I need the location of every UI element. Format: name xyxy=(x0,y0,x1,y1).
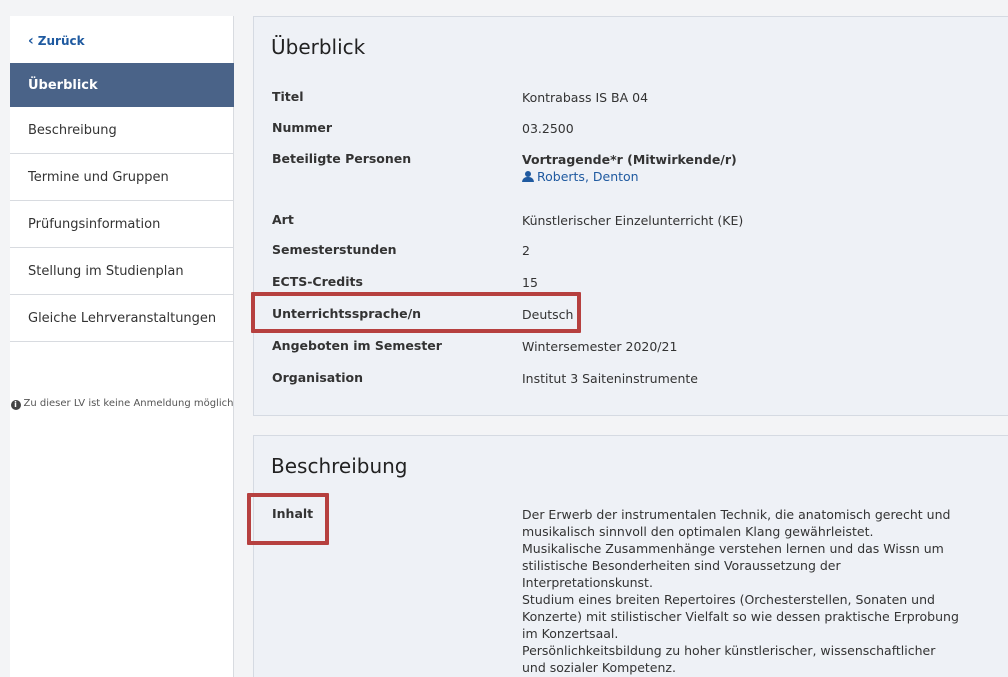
value-art: Künstlerischer Einzelunterricht (KE) xyxy=(522,213,744,228)
value-semester: Wintersemester 2020/21 xyxy=(522,339,678,354)
highlight-box-inhalt xyxy=(247,493,329,545)
sidebar-item-termine[interactable]: Termine und Gruppen xyxy=(10,154,234,201)
label-art: Art xyxy=(272,212,294,227)
back-link[interactable]: ‹ Zurück xyxy=(28,34,85,48)
sidebar-nav: Überblick Beschreibung Termine und Grupp… xyxy=(10,63,234,342)
label-organisation: Organisation xyxy=(272,370,363,385)
sidebar-item-gleiche-lv[interactable]: Gleiche Lehrveranstaltungen xyxy=(10,295,234,342)
inhalt-line: und sozialer Kompetenz. xyxy=(522,660,676,675)
sidebar-item-studienplan[interactable]: Stellung im Studienplan xyxy=(10,248,234,295)
sidebar-item-pruefungsinformation[interactable]: Prüfungsinformation xyxy=(10,201,234,248)
user-icon xyxy=(522,171,534,182)
registration-notice: i Zu dieser LV ist keine Anmeldung möglic… xyxy=(10,398,234,410)
label-semester: Angeboten im Semester xyxy=(272,338,442,353)
top-bar xyxy=(0,0,1008,16)
inhalt-line: Der Erwerb der instrumentalen Technik, d… xyxy=(522,507,951,522)
inhalt-line: Interpretationskunst. xyxy=(522,575,653,590)
inhalt-line: im Konzertsaal. xyxy=(522,626,619,641)
back-label: Zurück xyxy=(37,34,85,48)
sidebar: ‹ Zurück Überblick Beschreibung Termine … xyxy=(10,16,234,677)
description-panel: Beschreibung Inhalt Der Erwerb der instr… xyxy=(247,435,1008,677)
overview-panel: Überblick Titel Kontrabass IS BA 04 Numm… xyxy=(251,16,1008,416)
organisation-link[interactable]: Institut 3 Saiteninstrumente xyxy=(522,370,698,387)
value-semesterstunden: 2 xyxy=(522,243,530,258)
chevron-left-icon: ‹ xyxy=(28,33,34,49)
sidebar-item-beschreibung[interactable]: Beschreibung xyxy=(10,107,234,154)
label-titel: Titel xyxy=(272,89,304,104)
inhalt-line: musikalisch sinnvoll den optimalen Klang… xyxy=(522,524,874,539)
overview-title: Überblick xyxy=(271,35,366,59)
inhalt-text: Der Erwerb der instrumentalen Technik, d… xyxy=(522,506,959,676)
label-semesterstunden: Semesterstunden xyxy=(272,242,397,257)
person-link[interactable]: Roberts, Denton xyxy=(537,169,639,184)
inhalt-line: Studium eines breiten Repertoires (Orche… xyxy=(522,592,935,607)
role-label: Vortragende*r (Mitwirkende/r) xyxy=(522,152,737,167)
label-ects: ECTS-Credits xyxy=(272,274,363,289)
info-icon: i xyxy=(10,400,21,410)
inhalt-line: stilistische Besonderheiten sind Vorauss… xyxy=(522,558,841,573)
inhalt-line: Musikalische Zusammenhänge verstehen ler… xyxy=(522,541,944,556)
inhalt-line: Konzerte) mit stilistischer Vielfalt so … xyxy=(522,609,959,624)
label-personen: Beteiligte Personen xyxy=(272,151,412,166)
notice-text: Zu dieser LV ist keine Anmeldung möglich xyxy=(23,398,234,409)
value-titel: Kontrabass IS BA 04 xyxy=(522,90,649,105)
value-ects: 15 xyxy=(522,275,538,290)
value-nummer: 03.2500 xyxy=(522,121,574,136)
highlight-box-sprache xyxy=(251,292,581,333)
label-nummer: Nummer xyxy=(272,120,333,135)
inhalt-line: Persönlichkeitsbildung zu hoher künstler… xyxy=(522,643,936,658)
sidebar-item-ueberblick[interactable]: Überblick xyxy=(10,63,234,107)
description-title: Beschreibung xyxy=(271,454,408,478)
value-personen: Vortragende*r (Mitwirkende/r) Roberts, D… xyxy=(522,151,737,185)
